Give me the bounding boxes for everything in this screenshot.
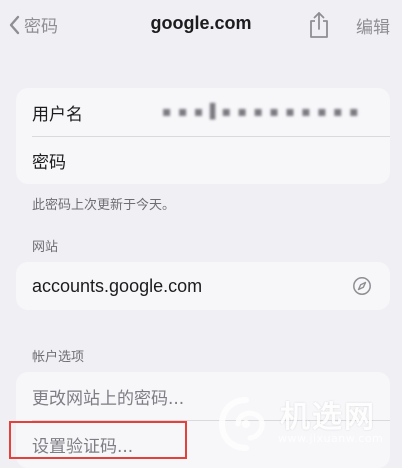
set-verification-code-row[interactable]: 设置验证码... [16,420,390,468]
change-password-link: 更改网站上的密码... [32,388,185,409]
credentials-card: 用户名 ▪ ▪ ▪ ▌▪ ▪ ▪ ▪ ▪ ▪ ▪ ▪ ▪ 密码 [16,88,390,184]
username-label: 用户名 [32,104,83,125]
share-button[interactable] [307,10,331,40]
page-title: google.com [150,13,252,33]
share-icon [310,12,328,38]
password-updated-note: 此密码上次更新于今天。 [32,198,176,213]
username-value: ▪ ▪ ▪ ▌▪ ▪ ▪ ▪ ▪ ▪ ▪ ▪ ▪ [162,104,360,120]
set-verification-code-link: 设置验证码... [32,436,134,457]
account-options-section-header: 帐户选项 [32,350,85,365]
account-options-card: 更改网站上的密码... 设置验证码... [16,372,390,468]
username-row[interactable]: 用户名 ▪ ▪ ▪ ▌▪ ▪ ▪ ▪ ▪ ▪ ▪ ▪ ▪ [16,88,390,136]
password-row[interactable]: 密码 [16,136,390,184]
website-url: accounts.google.com [32,275,203,296]
navigation-bar: 密码 google.com 编辑 [0,0,402,50]
website-card: accounts.google.com [16,262,390,310]
password-label: 密码 [32,152,66,173]
website-row[interactable]: accounts.google.com [16,262,390,310]
website-section-header: 网站 [32,240,59,255]
change-password-row[interactable]: 更改网站上的密码... [16,372,390,420]
compass-icon[interactable] [352,276,372,296]
edit-button[interactable]: 编辑 [356,13,390,38]
